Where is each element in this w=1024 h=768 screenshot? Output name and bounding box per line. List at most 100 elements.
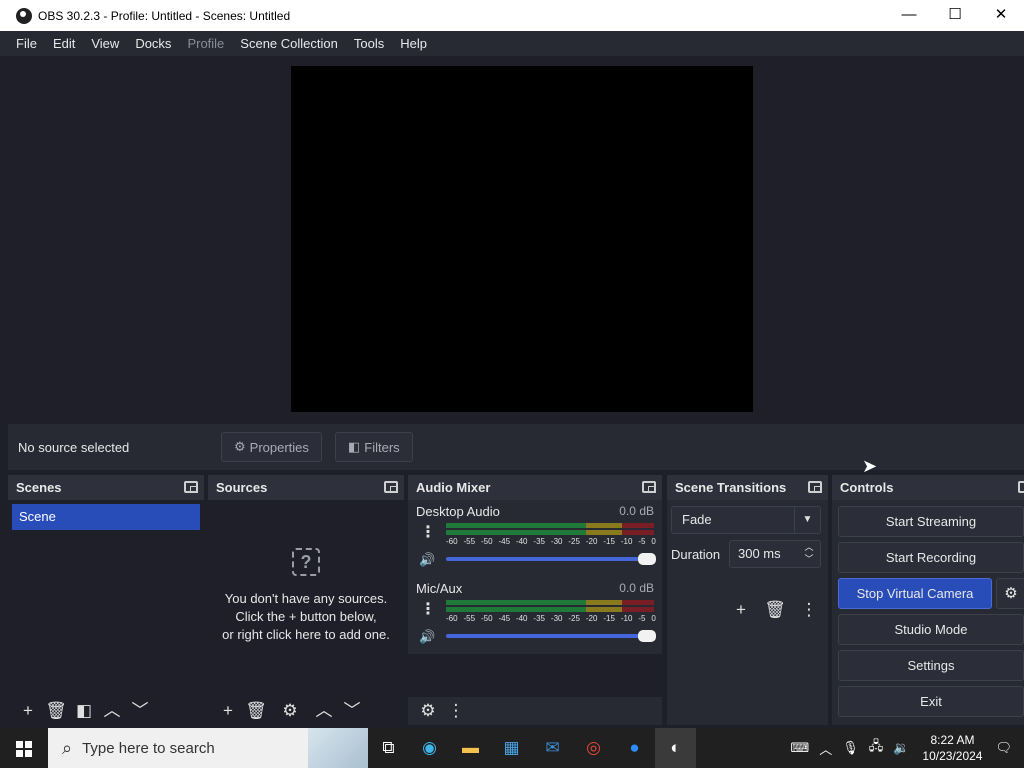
speaker-icon[interactable]: 🔊	[419, 552, 435, 568]
filters-label: Filters	[364, 439, 400, 455]
virtual-camera-settings-gear-icon[interactable]: ⚙	[996, 578, 1024, 609]
meter-ticks: -60 -55 -50 -45 -40 -35 -30 -25 -20 -15 -10 -5 0	[446, 537, 656, 546]
menu-profile[interactable]: Profile	[179, 36, 232, 51]
scene-filters-icon[interactable]: ◧	[70, 699, 98, 723]
obs-logo-icon	[16, 7, 32, 24]
file-explorer-icon[interactable]: ▬	[450, 728, 491, 768]
volume-slider[interactable]	[446, 553, 656, 565]
edge-browser-icon[interactable]: ◉	[409, 728, 450, 768]
move-down-icon[interactable]: ﹀	[126, 699, 154, 723]
mixer-menu-icon[interactable]: ⋮	[442, 699, 470, 723]
windows-start-icon[interactable]	[0, 728, 48, 768]
slider-handle[interactable]	[638, 630, 656, 642]
transition-menu-icon[interactable]: ⋮	[795, 598, 823, 622]
filters-button[interactable]: ◧ Filters	[335, 432, 413, 462]
source-properties-icon[interactable]: ⚙	[276, 699, 304, 723]
taskbar-search[interactable]: ⌕ Type here to search	[48, 728, 368, 768]
menu-help[interactable]: Help	[392, 36, 435, 51]
stop-virtual-camera-button[interactable]: Stop Virtual Camera	[838, 578, 992, 609]
empty-line-1: You don't have any sources.	[224, 591, 388, 606]
close-button[interactable]: ✕	[978, 0, 1024, 31]
advanced-audio-gear-icon[interactable]: ⚙	[414, 699, 442, 723]
chrome-icon[interactable]: ◎	[573, 728, 614, 768]
microsoft-store-icon[interactable]: ▦	[491, 728, 532, 768]
properties-button[interactable]: ⚙ Properties	[221, 432, 322, 462]
empty-sources-message: ? You don't have any sources. Click the …	[208, 548, 404, 644]
add-scene-icon[interactable]: +	[14, 699, 42, 723]
move-down-icon[interactable]: ﹀	[338, 699, 366, 723]
mixer-toolbar: ⚙ ⋮	[408, 697, 662, 725]
chevron-up-icon[interactable]: ︿	[814, 739, 837, 758]
speaker-icon[interactable]: 🔊	[419, 629, 435, 645]
menu-tools[interactable]: Tools	[346, 36, 392, 51]
volume-slider[interactable]	[446, 630, 656, 642]
undock-icon[interactable]	[808, 481, 822, 493]
delete-source-icon[interactable]: 🗑	[242, 699, 270, 723]
preview-canvas[interactable]	[291, 66, 753, 412]
obs-taskbar-icon[interactable]: ◐	[655, 728, 696, 768]
menu-docks[interactable]: Docks	[127, 36, 179, 51]
menu-view[interactable]: View	[83, 36, 127, 51]
zoom-icon[interactable]: ●	[614, 728, 655, 768]
undock-icon[interactable]	[642, 481, 656, 493]
scene-list-item[interactable]: Scene	[12, 504, 200, 530]
menu-edit[interactable]: Edit	[45, 36, 83, 51]
question-icon: ?	[292, 548, 320, 576]
duration-spinbox[interactable]: 300 ms ︿ ﹀	[729, 540, 821, 568]
start-streaming-button[interactable]: Start Streaming	[838, 506, 1024, 537]
studio-mode-button[interactable]: Studio Mode	[838, 614, 1024, 645]
notifications-icon[interactable]: 🗨	[990, 740, 1024, 756]
channel-menu-icon[interactable]: ⋮	[420, 599, 436, 619]
menu-bar: File Edit View Docks Profile Scene Colle…	[0, 31, 1024, 56]
mixer-channels: Desktop Audio 0.0 dB ⋮ -60 -55 -50 -45 -40 -3…	[408, 500, 662, 725]
controls-title: Controls	[840, 480, 894, 495]
start-recording-button[interactable]: Start Recording	[838, 542, 1024, 573]
transitions-toolbar: + 🗑 ⋮	[727, 598, 823, 622]
taskbar-clock[interactable]: 8:22 AM 10/23/2024	[914, 732, 990, 764]
mail-icon[interactable]: ✉	[532, 728, 573, 768]
slider-handle[interactable]	[638, 553, 656, 565]
task-view-icon[interactable]: ⧉	[368, 728, 409, 768]
search-highlight-image	[308, 728, 368, 768]
menu-file[interactable]: File	[8, 36, 45, 51]
exit-button[interactable]: Exit	[838, 686, 1024, 717]
audio-mixer-dock: Audio Mixer Desktop Audio 0.0 dB ⋮ -60 -5…	[408, 475, 662, 725]
maximize-button[interactable]: ☐	[932, 0, 978, 31]
move-up-icon[interactable]: ︿	[310, 699, 338, 723]
search-icon: ⌕	[62, 737, 73, 758]
move-up-icon[interactable]: ︿	[98, 699, 126, 723]
channel-db: 0.0 dB	[619, 504, 654, 518]
transition-select[interactable]: Fade ▼	[671, 506, 821, 534]
delete-scene-icon[interactable]: 🗑	[42, 699, 70, 723]
window-controls: — ☐ ✕	[886, 0, 1024, 31]
transitions-dock-header: Scene Transitions	[667, 475, 828, 500]
preview-area	[8, 56, 1024, 420]
duration-value: 300 ms	[738, 546, 781, 561]
volume-icon[interactable]: 🔉	[888, 740, 914, 756]
network-icon[interactable]: 🖧	[864, 737, 889, 759]
channel-menu-icon[interactable]: ⋮	[420, 522, 436, 542]
transitions-body: Fade ▼ Duration 300 ms ︿ ﹀ + 🗑 ⋮	[667, 500, 828, 725]
delete-transition-icon[interactable]: 🗑	[761, 598, 789, 622]
sources-list[interactable]: ? You don't have any sources. Click the …	[208, 500, 404, 725]
undock-icon[interactable]	[384, 481, 398, 493]
undock-icon[interactable]	[184, 481, 198, 493]
spin-arrows-icon[interactable]: ︿ ﹀	[802, 541, 816, 565]
clock-time: 8:22 AM	[930, 733, 975, 747]
undock-icon[interactable]	[1018, 481, 1024, 493]
scenes-dock: Scenes Scene + 🗑 ◧ ︿ ﹀	[8, 475, 204, 725]
add-source-icon[interactable]: +	[214, 699, 242, 723]
settings-button[interactable]: Settings	[838, 650, 1024, 681]
properties-label: Properties	[249, 439, 309, 455]
transition-selected: Fade	[682, 512, 712, 527]
microphone-icon[interactable]: 🎙	[837, 740, 864, 756]
keyboard-icon[interactable]: ⌨	[785, 740, 814, 756]
audio-mixer-dock-header: Audio Mixer	[408, 475, 662, 500]
mixer-channel-desktop: Desktop Audio 0.0 dB ⋮ -60 -55 -50 -45 -40 -3…	[408, 500, 662, 576]
add-transition-icon[interactable]: +	[727, 598, 755, 622]
controls-body: Start Streaming Start Recording Stop Vir…	[832, 500, 1024, 725]
scene-transitions-dock: Scene Transitions Fade ▼ Duration 300 ms…	[667, 475, 828, 725]
meter-ticks: -60 -55 -50 -45 -40 -35 -30 -25 -20 -15 -10 -5 0	[446, 614, 656, 623]
menu-scene-collection[interactable]: Scene Collection	[232, 36, 346, 51]
minimize-button[interactable]: —	[886, 0, 932, 31]
